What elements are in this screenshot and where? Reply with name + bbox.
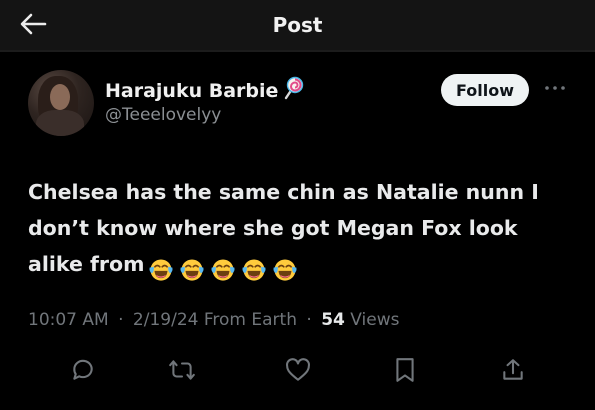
post-text-line: Chelsea has the same chin as Natalie nun… [28,180,539,204]
share-button[interactable] [498,355,528,385]
avatar[interactable] [28,70,94,136]
header-divider [0,50,595,52]
post-date[interactable]: 2/19/24 [133,310,199,330]
action-bar [0,355,595,385]
bookmark-icon [396,358,414,382]
more-button[interactable] [542,78,568,98]
author-handle[interactable]: @Teeelovelyy [105,105,221,125]
lollipop-icon [285,76,304,100]
reply-button[interactable] [68,355,98,385]
reply-icon [73,359,93,380]
post-source: From Earth [203,310,297,330]
face-with-tears-of-joy-emoji [211,259,236,281]
more-horizontal-icon [545,86,565,90]
follow-button[interactable]: Follow [441,74,529,106]
meta-separator: · [118,310,124,330]
like-button[interactable] [283,355,313,385]
post-text: Chelsea has the same chin as Natalie nun… [28,174,568,287]
post-text-line: don’t know where she got Megan Fox look [28,216,518,240]
meta-separator: · [306,310,312,330]
top-bar: Post [0,0,595,50]
views-count[interactable]: 54 [321,310,345,330]
face-with-tears-of-joy-emoji [180,259,205,281]
bookmark-button[interactable] [390,355,420,385]
author-display-name[interactable]: Harajuku Barbie [105,76,304,102]
face-with-tears-of-joy-emoji [149,259,174,281]
face-with-tears-of-joy-emoji [273,259,298,281]
views-label[interactable]: Views [350,310,399,330]
repost-button[interactable] [167,355,197,385]
face-with-tears-of-joy-emoji [242,259,267,281]
emoji-group [148,251,303,287]
share-icon [503,359,523,380]
post-meta: 10:07 AM · 2/19/24 From Earth · 54 Views [28,310,400,330]
post-text-line: alike from [28,246,568,287]
like-icon [286,358,310,381]
post-time[interactable]: 10:07 AM [28,310,109,330]
page-title: Post [272,13,323,37]
repost-icon [169,360,195,380]
